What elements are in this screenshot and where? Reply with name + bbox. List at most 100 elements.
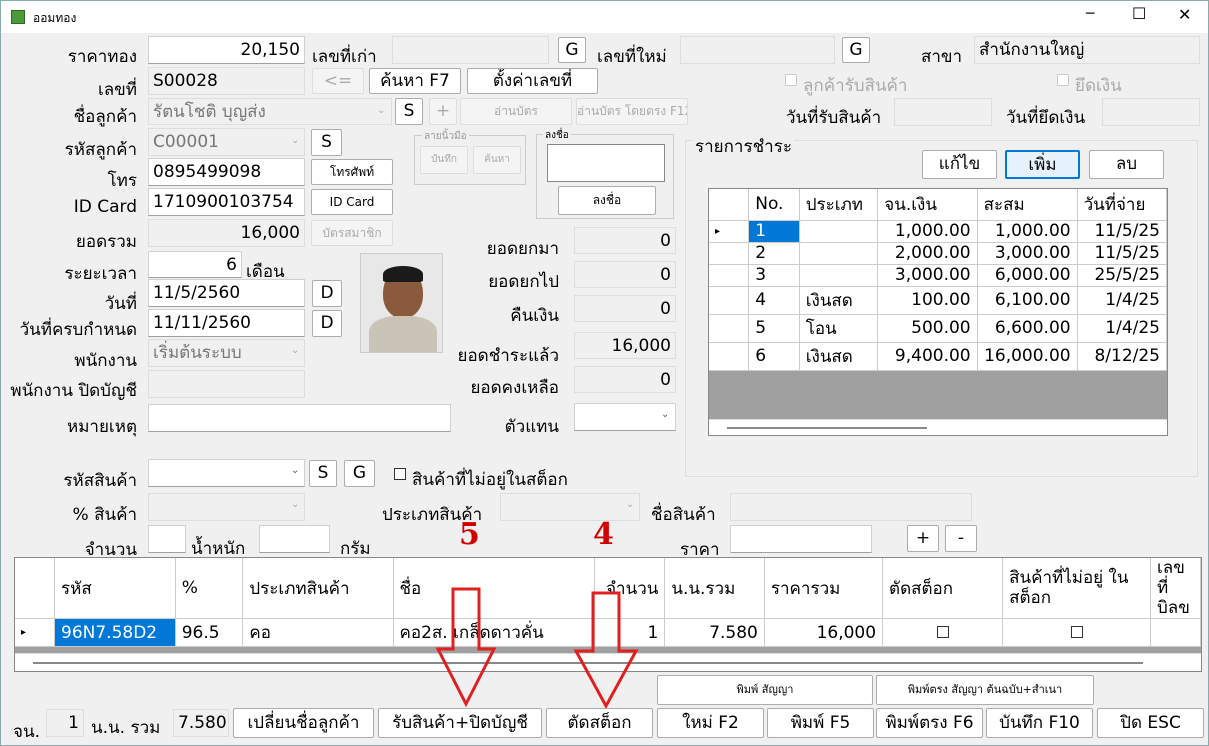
cell-type[interactable] bbox=[799, 242, 879, 265]
cell-date[interactable]: 25/5/25 bbox=[1077, 264, 1167, 287]
cell-cut-stock[interactable] bbox=[882, 618, 1004, 647]
col-pct[interactable]: % bbox=[175, 558, 244, 619]
staff-combo[interactable]: เริ่มต้นระบบ bbox=[148, 339, 305, 367]
col-paid-date[interactable]: วันที่จ่าย bbox=[1077, 189, 1167, 221]
cell-cumulative[interactable]: 16,000.00 bbox=[977, 342, 1078, 371]
payment-hscrollbar[interactable] bbox=[709, 419, 1167, 435]
close-icon[interactable]: ✕ bbox=[1178, 5, 1191, 24]
minus-button[interactable]: - bbox=[945, 525, 977, 552]
cell-type[interactable]: เงินสด bbox=[799, 286, 879, 315]
cell-no[interactable]: 4 bbox=[748, 286, 800, 315]
old-no-input[interactable] bbox=[392, 36, 549, 64]
col-total-price[interactable]: ราคารวม bbox=[764, 558, 884, 619]
phone-button[interactable]: โทรศัพท์ bbox=[311, 159, 393, 185]
product-code-combo[interactable] bbox=[148, 459, 305, 487]
edit-payment-button[interactable]: แก้ไข bbox=[922, 150, 997, 179]
cell-amount[interactable]: 100.00 bbox=[877, 286, 978, 315]
cell-type[interactable] bbox=[799, 264, 879, 287]
print-f5-button[interactable]: พิมพ์ F5 bbox=[767, 708, 874, 738]
search-f7-button[interactable]: ค้นหา F7 bbox=[369, 68, 461, 94]
direct-print-f6-button[interactable]: พิมพ์ตรง F6 bbox=[876, 708, 983, 738]
cell-date[interactable]: 1/4/25 bbox=[1077, 314, 1167, 343]
print-contract-button[interactable]: พิมพ์ สัญญา bbox=[657, 675, 873, 705]
customer-code-combo[interactable]: C00001 bbox=[148, 128, 305, 156]
cut-stock-button[interactable]: ตัดสต็อก bbox=[546, 708, 653, 738]
col-no[interactable]: No. bbox=[748, 189, 800, 221]
cell-cumulative[interactable]: 3,000.00 bbox=[977, 242, 1078, 265]
cell-no[interactable]: 1 bbox=[748, 220, 800, 243]
set-no-button[interactable]: ตั้งค่าเลขที่ bbox=[467, 68, 598, 94]
not-in-stock-checkbox[interactable] bbox=[394, 468, 406, 480]
cell-no[interactable]: 2 bbox=[748, 242, 800, 265]
col-amount[interactable]: จน.เงิน bbox=[877, 189, 978, 221]
cell-pct[interactable]: 96.5 bbox=[175, 618, 244, 647]
col-total-weight[interactable]: น.น.รวม bbox=[664, 558, 765, 619]
cell-cumulative[interactable]: 1,000.00 bbox=[977, 220, 1078, 243]
member-card-button[interactable]: บัตรสมาชิก bbox=[311, 220, 393, 246]
delete-payment-button[interactable]: ลบ bbox=[1089, 150, 1164, 179]
paid-input[interactable]: 16,000 bbox=[574, 332, 676, 359]
receive-close-button[interactable]: รับสินค้า+ปิดบัญชี bbox=[378, 708, 542, 738]
table-row[interactable]: 2 2,000.00 3,000.00 11/5/25 bbox=[709, 242, 1167, 265]
col-cut-stock[interactable]: ตัดสต็อก bbox=[882, 558, 1004, 619]
col-code[interactable]: รหัส bbox=[54, 558, 176, 619]
fingerprint-search-button[interactable]: ค้นหา bbox=[473, 146, 521, 174]
add-customer-button[interactable]: + bbox=[429, 98, 457, 125]
cell-code[interactable]: 96N7.58D2 bbox=[54, 618, 176, 647]
product-pct-combo[interactable] bbox=[148, 493, 305, 521]
cell-product-type[interactable]: คอ bbox=[242, 618, 394, 647]
cell-type[interactable] bbox=[799, 220, 879, 243]
cell-no[interactable]: 3 bbox=[748, 264, 800, 287]
cut-stock-checkbox[interactable] bbox=[936, 625, 949, 638]
price-input[interactable] bbox=[730, 525, 872, 553]
save-f10-button[interactable]: บันทึก F10 bbox=[986, 708, 1093, 738]
withhold-checkbox[interactable] bbox=[1057, 74, 1069, 86]
cell-amount[interactable]: 2,000.00 bbox=[877, 242, 978, 265]
signature-box[interactable] bbox=[547, 144, 665, 182]
col-type[interactable]: ประเภท bbox=[799, 189, 879, 221]
total-input[interactable]: 16,000 bbox=[148, 219, 305, 247]
carry-out-input[interactable]: 0 bbox=[574, 261, 676, 288]
col-product-type[interactable]: ประเภทสินค้า bbox=[242, 558, 394, 619]
qty-input[interactable] bbox=[148, 525, 186, 553]
id-card-button[interactable]: ID Card bbox=[311, 189, 393, 215]
cell-no[interactable]: 6 bbox=[748, 342, 800, 371]
product-name-input[interactable] bbox=[730, 493, 972, 521]
prev-button[interactable]: <= bbox=[312, 68, 364, 94]
table-row[interactable]: 4 เงินสด 100.00 6,100.00 1/4/25 bbox=[709, 286, 1167, 315]
receive-date-input[interactable] bbox=[894, 98, 992, 126]
customer-s-button[interactable]: S bbox=[395, 98, 423, 125]
refund-input[interactable]: 0 bbox=[574, 295, 676, 322]
maximize-icon[interactable]: ☐ bbox=[1132, 4, 1146, 23]
customer-received-checkbox[interactable] bbox=[785, 74, 797, 86]
cell-amount[interactable]: 3,000.00 bbox=[877, 264, 978, 287]
cell-total-price[interactable]: 16,000 bbox=[764, 618, 884, 647]
carry-in-input[interactable]: 0 bbox=[574, 227, 676, 254]
customer-code-s-button[interactable]: S bbox=[311, 129, 342, 156]
close-esc-button[interactable]: ปิด ESC bbox=[1097, 708, 1204, 738]
read-card-direct-button[interactable]: อ่านบัตร โดยตรง F12 bbox=[576, 98, 688, 125]
add-payment-button[interactable]: เพิ่ม bbox=[1005, 150, 1080, 179]
old-no-g-button[interactable]: G bbox=[558, 37, 586, 63]
cell-type[interactable]: เงินสด bbox=[799, 342, 879, 371]
cell-type[interactable]: โอน bbox=[799, 314, 879, 343]
cell-date[interactable]: 11/5/25 bbox=[1077, 220, 1167, 243]
minimize-icon[interactable]: ─ bbox=[1086, 6, 1094, 22]
table-row[interactable]: 5 โอน 500.00 6,600.00 1/4/25 bbox=[709, 314, 1167, 343]
close-staff-input[interactable] bbox=[148, 370, 305, 398]
cell-amount[interactable]: 1,000.00 bbox=[877, 220, 978, 243]
cell-total-weight[interactable]: 7.580 bbox=[664, 618, 765, 647]
cell-not-in-stock[interactable] bbox=[1002, 618, 1151, 647]
weight-input[interactable] bbox=[259, 525, 330, 553]
date-d-button[interactable]: D bbox=[312, 280, 342, 307]
new-f2-button[interactable]: ใหม่ F2 bbox=[657, 708, 764, 738]
cell-amount[interactable]: 9,400.00 bbox=[877, 342, 978, 371]
scroll-thumb[interactable] bbox=[727, 427, 927, 429]
col-cumulative[interactable]: สะสม bbox=[977, 189, 1078, 221]
plus-button[interactable]: + bbox=[907, 525, 939, 552]
doc-no-input[interactable]: S00028 bbox=[148, 67, 305, 95]
table-row[interactable]: 6 เงินสด 9,400.00 16,000.00 8/12/25 bbox=[709, 342, 1167, 371]
cell-cumulative[interactable]: 6,100.00 bbox=[977, 286, 1078, 315]
date-input[interactable]: 11/5/2560 bbox=[148, 279, 305, 307]
new-no-g-button[interactable]: G bbox=[842, 37, 870, 63]
